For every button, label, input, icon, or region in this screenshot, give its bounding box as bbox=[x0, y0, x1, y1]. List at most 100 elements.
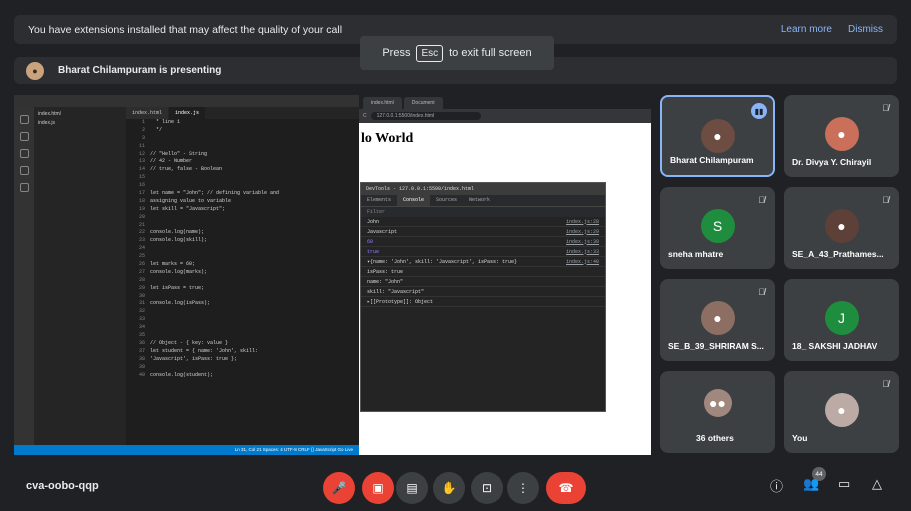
participant-name: 36 others bbox=[696, 433, 734, 443]
explorer-file: index.js bbox=[38, 120, 55, 126]
code-text: * line 1 bbox=[150, 119, 181, 125]
vscode-editor: index.html index.js 1 * line 12 */3 11 12/… bbox=[126, 107, 359, 445]
chat-button[interactable]: ▭ bbox=[838, 476, 850, 492]
code-line: 40 console.log(student); bbox=[126, 372, 359, 380]
avatar: J bbox=[824, 301, 859, 335]
people-button[interactable]: 👥 bbox=[803, 476, 819, 492]
devtools-title: DevTools - 127.0.0.1:5500/index.html bbox=[361, 183, 605, 195]
console-value: 60 bbox=[367, 238, 374, 245]
code-line: 19 let skill = "Javascript"; bbox=[126, 206, 359, 214]
address-bar: 127.0.0.1:5500/index.html bbox=[370, 112, 481, 120]
line-number: 26 bbox=[138, 261, 145, 268]
line-number: 27 bbox=[138, 268, 145, 275]
code-line: 27 console.log(marks); bbox=[126, 269, 359, 277]
line-number: 13 bbox=[138, 158, 145, 165]
mic-off-button[interactable]: 🎤 bbox=[323, 472, 355, 504]
line-number: 35 bbox=[138, 332, 145, 339]
avatar: ● bbox=[824, 209, 859, 243]
mic-off-icon: 🎙̸ bbox=[882, 195, 889, 205]
code-line: 16 bbox=[126, 182, 359, 190]
participant-name: SE_B_39_SHRIRAM S... bbox=[668, 341, 764, 351]
console-value: ▸[[Prototype]]: Object bbox=[367, 298, 434, 305]
line-number: 2 bbox=[141, 126, 145, 133]
code-line: 2 */ bbox=[126, 127, 359, 135]
participant-tile[interactable]: ● ▮▮ Bharat Chilampuram bbox=[660, 95, 775, 177]
code-text: // Object - { key: value } bbox=[150, 339, 229, 346]
participant-tile[interactable]: ●● 36 others bbox=[660, 371, 775, 453]
vscode-activity-bar bbox=[14, 107, 34, 445]
participant-tile[interactable]: ● 🎙̸ You bbox=[784, 371, 899, 453]
code-line: 11 bbox=[126, 143, 359, 151]
raise-hand-button[interactable]: ✋ bbox=[433, 472, 465, 504]
mic-off-icon: 🎙̸ bbox=[758, 195, 765, 205]
code-line: 28 bbox=[126, 277, 359, 285]
reload-icon: C bbox=[363, 113, 367, 119]
code-line: 21 bbox=[126, 222, 359, 230]
more-options-button[interactable]: ⋮ bbox=[507, 472, 539, 504]
code-text: console.log(skill); bbox=[150, 237, 208, 244]
info-button[interactable]: ⓘ bbox=[770, 476, 783, 495]
line-number: 40 bbox=[138, 371, 145, 378]
participant-tile[interactable]: ● 🎙̸ SE_B_39_SHRIRAM S... bbox=[660, 279, 775, 361]
present-icon: ⊡ bbox=[481, 481, 493, 495]
line-number: 34 bbox=[138, 324, 145, 331]
code-line: 32 bbox=[126, 308, 359, 316]
camera-off-button[interactable]: ▣ bbox=[362, 472, 394, 504]
mic-off-icon: 🎙̸ bbox=[882, 103, 889, 113]
line-number: 24 bbox=[138, 245, 145, 252]
line-number: 38 bbox=[138, 355, 145, 362]
learn-more-link[interactable]: Learn more bbox=[781, 24, 832, 35]
participant-tile[interactable]: S 🎙̸ sneha mhatre bbox=[660, 187, 775, 269]
captions-button[interactable]: ▤ bbox=[396, 472, 428, 504]
dismiss-button[interactable]: Dismiss bbox=[848, 24, 883, 35]
code-text: console.log(name); bbox=[150, 229, 205, 236]
code-text: let isPass = true; bbox=[150, 284, 205, 291]
console-line: true index.js:33 bbox=[361, 247, 605, 257]
code-text: let student = { name: 'John', skill: bbox=[150, 347, 259, 354]
console-line: Javascript index.js:29 bbox=[361, 227, 605, 237]
console-source-link[interactable]: index.js:30 bbox=[566, 239, 599, 245]
code-line: 22 console.log(name); bbox=[126, 229, 359, 237]
line-number: 22 bbox=[138, 229, 145, 236]
line-number: 36 bbox=[138, 339, 145, 346]
line-number: 1 bbox=[141, 119, 145, 125]
code-text: // 42 - Number bbox=[150, 158, 193, 165]
explorer-icon bbox=[19, 115, 29, 124]
console-source-link[interactable]: index.js:28 bbox=[566, 219, 599, 225]
participant-tile[interactable]: J 18_ SAKSHI JADHAV bbox=[784, 279, 899, 361]
avatar: ● bbox=[700, 301, 735, 335]
console-line: isPass: true bbox=[361, 267, 605, 277]
code-line: 35 bbox=[126, 332, 359, 340]
mic-off-icon: 🎙̸ bbox=[758, 287, 765, 297]
console-source-link[interactable]: index.js:29 bbox=[566, 229, 599, 235]
vscode-window: index.html index.js index.html index.js … bbox=[14, 95, 359, 455]
participant-name: Bharat Chilampuram bbox=[670, 155, 754, 165]
browser-toolbar: C 127.0.0.1:5500/index.html bbox=[359, 109, 651, 123]
extensions-icon bbox=[19, 183, 29, 192]
activities-button[interactable]: △ bbox=[872, 476, 882, 492]
captions-icon: ▤ bbox=[406, 481, 418, 495]
mic-off-icon: 🎤 bbox=[331, 481, 347, 495]
vscode-explorer: index.html index.js bbox=[34, 107, 126, 445]
console-source-link[interactable]: index.js:40 bbox=[566, 259, 599, 265]
editor-tab: index.js bbox=[169, 107, 206, 119]
console-source-link[interactable]: index.js:33 bbox=[566, 249, 599, 255]
people-icon: 👥 bbox=[803, 476, 820, 491]
browser-tab: index.html bbox=[363, 97, 402, 109]
present-button[interactable]: ⊡ bbox=[471, 472, 503, 504]
fullscreen-hint-suffix: to exit full screen bbox=[449, 47, 532, 59]
participant-tile[interactable]: ● 🎙̸ Dr. Divya Y. Chirayil bbox=[784, 95, 899, 177]
end-call-button[interactable]: ☎ bbox=[546, 472, 586, 504]
code-text: console.log(marks); bbox=[150, 268, 208, 275]
line-number: 17 bbox=[138, 190, 145, 197]
meeting-code: cva-oobo-qqp bbox=[26, 480, 99, 492]
code-line: 3 bbox=[126, 135, 359, 143]
more-vert-icon: ⋮ bbox=[517, 481, 529, 495]
console-value: Javascript bbox=[367, 228, 398, 235]
line-number: 25 bbox=[138, 253, 145, 260]
participant-tile[interactable]: ● 🎙̸ SE_A_43_Prathames... bbox=[784, 187, 899, 269]
code-line: 31 console.log(isPass); bbox=[126, 300, 359, 308]
bottom-toolbar: cva-oobo-qqp 🎤 ▣ ▤ ✋ ⊡ ⋮ ☎ ⓘ 44 👥 ▭ △ bbox=[0, 466, 911, 511]
avatar: ● bbox=[26, 61, 44, 80]
chat-icon: ▭ bbox=[838, 476, 851, 491]
